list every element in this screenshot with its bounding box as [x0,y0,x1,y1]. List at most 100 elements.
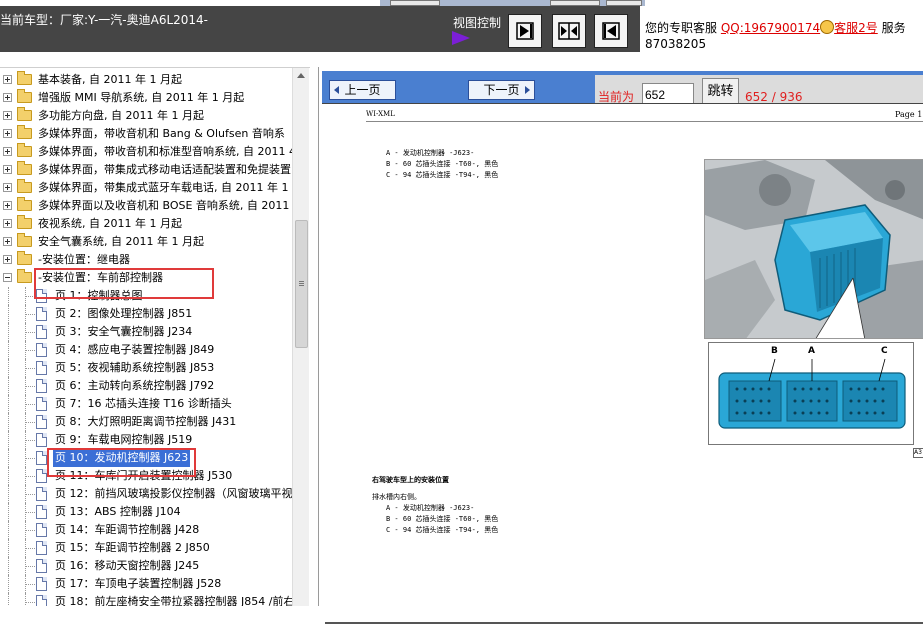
tree-item-label: 多媒体界面，带收音机和标准型音响系统, 自 2011 4 [38,145,292,158]
tree-guide [26,566,35,567]
tree-item-label: 多功能方向盘, 自 2011 年 1 月起 [38,109,204,122]
expand-icon[interactable] [3,129,12,138]
expand-icon[interactable] [3,111,12,120]
jump-button[interactable]: 跳转 [702,78,739,105]
expand-icon[interactable] [3,237,12,246]
tree-folder-item[interactable]: 多功能方向盘, 自 2011 年 1 月起 [0,107,292,125]
tree-guide [26,458,35,459]
tree-page-item[interactable]: 页 6：主动转向系统控制器 J792 [0,377,292,395]
service-qq-link[interactable]: QQ:1967900174 [721,21,820,35]
view-split-button[interactable] [552,14,586,48]
expand-icon[interactable] [3,201,12,210]
service-number: 87038205 [645,37,707,51]
tree-guide [8,467,9,485]
engine-bay-illustration [705,160,923,338]
prev-page-button[interactable]: 上一页 [329,80,396,100]
document-icon [36,361,47,375]
tree-folder-item[interactable]: 增强版 MMI 导航系统, 自 2011 年 1 月起 [0,89,292,107]
tree-folder-item[interactable]: -安装位置：继电器 [0,251,292,269]
document-icon [36,523,47,537]
view-prev-button[interactable] [594,14,628,48]
expand-icon[interactable] [3,255,12,264]
tree-page-item[interactable]: 页 18：前左座椅安全带拉紧器控制器 J854 /前右 [0,593,292,606]
tree-item-label: 安全气囊系统, 自 2011 年 1 月起 [38,235,204,248]
tree-guide [8,413,9,431]
tree-guide [8,359,9,377]
legend-bottom: A - 发动机控制器 -J623- B - 60 芯插头连接 -T60-, 黑色… [386,503,498,536]
tree-folder-item[interactable]: 多媒体界面，带集成式移动电话适配装置和免提装置 [0,161,292,179]
tree-page-item[interactable]: 页 9：车载电网控制器 J519 [0,431,292,449]
expand-icon[interactable] [3,147,12,156]
tree-item-label: 页 3：安全气囊控制器 J234 [55,325,193,338]
tree-guide [8,485,9,503]
tree-scrollbar[interactable] [292,68,309,606]
document-icon [36,415,47,429]
tree-item-label: 夜视系统, 自 2011 年 1 月起 [38,217,182,230]
document-icon [36,487,47,501]
tree-folder-item[interactable]: 多媒体界面，带集成式蓝牙车载电话, 自 2011 年 1 [0,179,292,197]
connector-illustration [718,358,906,429]
folder-icon [17,71,32,85]
tree-page-item[interactable]: 页 7：16 芯插头连接 T16 诊断插头 [0,395,292,413]
tree-item-label: 页 4：感应电子装置控制器 J849 [55,343,215,356]
tree-folder-item[interactable]: 多媒体界面，带收音机和标准型音响系统, 自 2011 4 [0,143,292,161]
view-control-label: 视图控制 [453,16,502,30]
top-toolbar: 当前车型：厂家:Y-一汽-奥迪A6L2014- 视图控制 您的专职客服 QQ:1… [0,0,923,54]
legend-top: A - 发动机控制器 -J623- B - 60 芯插头连接 -T60-, 黑色… [386,148,498,181]
next-page-button[interactable]: 下一页 [468,80,535,100]
tree-page-item[interactable]: 页 3：安全气囊控制器 J234 [0,323,292,341]
tree-guide [8,431,9,449]
tree-page-item[interactable]: 页 12：前挡风玻璃投影仪控制器（风窗玻璃平视 [0,485,292,503]
tree-guide [26,422,35,423]
tree-page-item[interactable]: 页 13：ABS 控制器 J104 [0,503,292,521]
tree-guide [26,332,35,333]
tree-page-item[interactable]: 页 14：车距调节控制器 J428 [0,521,292,539]
tree-folder-item[interactable]: 夜视系统, 自 2011 年 1 月起 [0,215,292,233]
tree-page-item[interactable]: 页 8：大灯照明距离调节控制器 J431 [0,413,292,431]
tree-guide [26,512,35,513]
tree-page-item[interactable]: 页 15：车距调节控制器 2 J850 [0,539,292,557]
doc-header-right: Page 1 [895,110,923,119]
expand-icon[interactable] [3,93,12,102]
document-icon [36,541,47,555]
tree-page-item[interactable]: 页 5：夜视辅助系统控制器 J853 [0,359,292,377]
header-rule [366,121,923,122]
tree-folder-item[interactable]: 多媒体界面以及收音机和 BOSE 音响系统, 自 2011 [0,197,292,215]
document-icon [36,343,47,357]
folder-icon [17,251,32,265]
folder-icon [17,233,32,247]
expand-icon[interactable] [3,219,12,228]
expand-icon[interactable] [3,75,12,84]
tree-page-item[interactable]: 页 2：图像处理控制器 J851 [0,305,292,323]
scroll-thumb[interactable] [295,220,308,348]
tree-item-label: 增强版 MMI 导航系统, 自 2011 年 1 月起 [38,91,245,104]
tree-item-label: 页 18：前左座椅安全带拉紧器控制器 J854 /前右 [55,595,292,606]
folder-icon [17,143,32,157]
connector-label-c: C [881,346,888,356]
tree-item-label: 页 12：前挡风玻璃投影仪控制器（风窗玻璃平视 [55,487,292,500]
tree-guide [26,440,35,441]
tree-guide [8,521,9,539]
folder-icon [17,125,32,139]
tree-folder-item[interactable]: 安全气囊系统, 自 2011 年 1 月起 [0,233,292,251]
expand-icon[interactable] [3,183,12,192]
tree-guide [8,575,9,593]
collapse-icon[interactable] [3,273,12,282]
scroll-up-icon[interactable] [297,73,305,78]
service-agent-link[interactable]: 客服2号 [834,21,878,35]
document-icon [36,595,47,606]
tree-folder-item[interactable]: 基本装备, 自 2011 年 1 月起 [0,71,292,89]
page-count: 652 / 936 [745,90,803,104]
tree-folder-item[interactable]: 多媒体界面，带收音机和 Bang & Olufsen 音响系 [0,125,292,143]
tree-item-label: -安装位置：继电器 [38,253,130,266]
tree-page-item[interactable]: 页 4：感应电子装置控制器 J849 [0,341,292,359]
expand-icon[interactable] [3,165,12,174]
tree-item-label: 多媒体界面，带集成式蓝牙车载电话, 自 2011 年 1 [38,181,289,194]
folder-icon [17,107,32,121]
tree-page-item[interactable]: 页 16：移动天窗控制器 J245 [0,557,292,575]
view-next-button[interactable] [508,14,542,48]
tree-page-item[interactable]: 页 17：车顶电子装置控制器 J528 [0,575,292,593]
tree-guide [8,593,9,606]
connector-diagram: B A C [708,342,914,445]
tree-guide [26,494,35,495]
